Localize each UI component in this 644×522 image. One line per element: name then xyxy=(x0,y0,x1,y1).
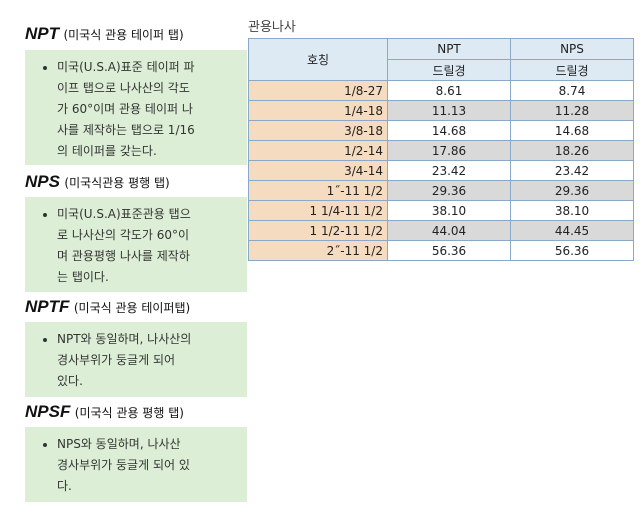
cell-npt: 44.04 xyxy=(387,220,511,241)
table-row: 3/8-18 14.68 14.68 xyxy=(248,120,634,141)
section-abbr: NPT xyxy=(25,24,59,43)
cell-size: 1 1/2-11 1/2 xyxy=(248,220,388,241)
pipe-thread-table-panel: 관용나사 호칭 NPT NPS 드릴경 드릴경 1/8-27 8.61 8.74… xyxy=(248,18,634,261)
table-row: 1 1/2-11 1/2 44.04 44.45 xyxy=(248,220,634,241)
table-header-row: 호칭 NPT NPS xyxy=(248,38,634,81)
header-npt: NPT xyxy=(387,38,511,60)
cell-size: 3/8-18 xyxy=(248,120,388,141)
cell-nps: 8.74 xyxy=(510,80,634,101)
cell-nps: 29.36 xyxy=(510,180,634,201)
subheader-nps-drill: 드릴경 xyxy=(510,59,634,81)
cell-size: 1/2-14 xyxy=(248,140,388,161)
description-item: 미국(U.S.A)표준 테이퍼 파 이프 탭으로 나사산의 각도 가 60°이며… xyxy=(57,57,241,162)
section-title-nptf: NPTF (미국식 관용 테이퍼탭) xyxy=(25,298,190,317)
cell-nps: 14.68 xyxy=(510,120,634,141)
subheader-npt-drill: 드릴경 xyxy=(387,59,511,81)
cell-npt: 23.42 xyxy=(387,160,511,181)
description-item: NPS와 동일하며, 나사산 경사부위가 둥글게 되어 있 다. xyxy=(57,434,241,497)
table-caption: 관용나사 xyxy=(248,20,296,35)
table-row: 2˝-11 1/2 56.36 56.36 xyxy=(248,240,634,261)
cell-npt: 38.10 xyxy=(387,200,511,221)
section-subtitle: (미국식 관용 테이퍼 탭) xyxy=(63,28,184,42)
section-subtitle: (미국식 관용 테이퍼탭) xyxy=(73,301,191,315)
section-box-npsf: NPS와 동일하며, 나사산 경사부위가 둥글게 되어 있 다. xyxy=(25,427,247,502)
cell-npt: 11.13 xyxy=(387,100,511,121)
cell-npt: 17.86 xyxy=(387,140,511,161)
cell-npt: 29.36 xyxy=(387,180,511,201)
cell-nps: 11.28 xyxy=(510,100,634,121)
drill-size-table: 호칭 NPT NPS 드릴경 드릴경 1/8-27 8.61 8.74 1/4-… xyxy=(248,38,634,261)
header-size: 호칭 xyxy=(248,38,388,81)
section-abbr: NPSF xyxy=(25,402,71,421)
cell-npt: 56.36 xyxy=(387,240,511,261)
cell-size: 1/4-18 xyxy=(248,100,388,121)
section-abbr: NPTF xyxy=(25,297,70,316)
section-title-nps: NPS (미국식관용 평행 탭) xyxy=(25,173,170,192)
section-subtitle: (미국식 관용 평행 탭) xyxy=(74,406,184,420)
table-row: 1/2-14 17.86 18.26 xyxy=(248,140,634,161)
table-row: 1/4-18 11.13 11.28 xyxy=(248,100,634,121)
cell-nps: 18.26 xyxy=(510,140,634,161)
cell-size: 1˝-11 1/2 xyxy=(248,180,388,201)
table-row: 1˝-11 1/2 29.36 29.36 xyxy=(248,180,634,201)
cell-nps: 44.45 xyxy=(510,220,634,241)
cell-npt: 8.61 xyxy=(387,80,511,101)
section-subtitle: (미국식관용 평행 탭) xyxy=(64,176,170,190)
cell-size: 1/8-27 xyxy=(248,80,388,101)
section-abbr: NPS xyxy=(25,172,60,191)
cell-nps: 56.36 xyxy=(510,240,634,261)
section-box-nps: 미국(U.S.A)표준관용 탭으 로 나사산의 각도가 60°이 며 관용평행 … xyxy=(25,197,247,292)
cell-size: 1 1/4-11 1/2 xyxy=(248,200,388,221)
description-item: NPT와 동일하며, 나사산의 경사부위가 둥글게 되어 있다. xyxy=(57,329,241,392)
section-box-npt: 미국(U.S.A)표준 테이퍼 파 이프 탭으로 나사산의 각도 가 60°이며… xyxy=(25,50,247,165)
section-title-npsf: NPSF (미국식 관용 평행 탭) xyxy=(25,403,184,422)
table-row: 3/4-14 23.42 23.42 xyxy=(248,160,634,181)
table-row: 1 1/4-11 1/2 38.10 38.10 xyxy=(248,200,634,221)
cell-nps: 23.42 xyxy=(510,160,634,181)
table-row: 1/8-27 8.61 8.74 xyxy=(248,80,634,101)
cell-size: 2˝-11 1/2 xyxy=(248,240,388,261)
description-item: 미국(U.S.A)표준관용 탭으 로 나사산의 각도가 60°이 며 관용평행 … xyxy=(57,204,241,288)
cell-nps: 38.10 xyxy=(510,200,634,221)
header-nps: NPS xyxy=(510,38,634,60)
cell-npt: 14.68 xyxy=(387,120,511,141)
section-title-npt: NPT (미국식 관용 테이퍼 탭) xyxy=(25,25,184,44)
section-box-nptf: NPT와 동일하며, 나사산의 경사부위가 둥글게 되어 있다. xyxy=(25,322,247,397)
cell-size: 3/4-14 xyxy=(248,160,388,181)
